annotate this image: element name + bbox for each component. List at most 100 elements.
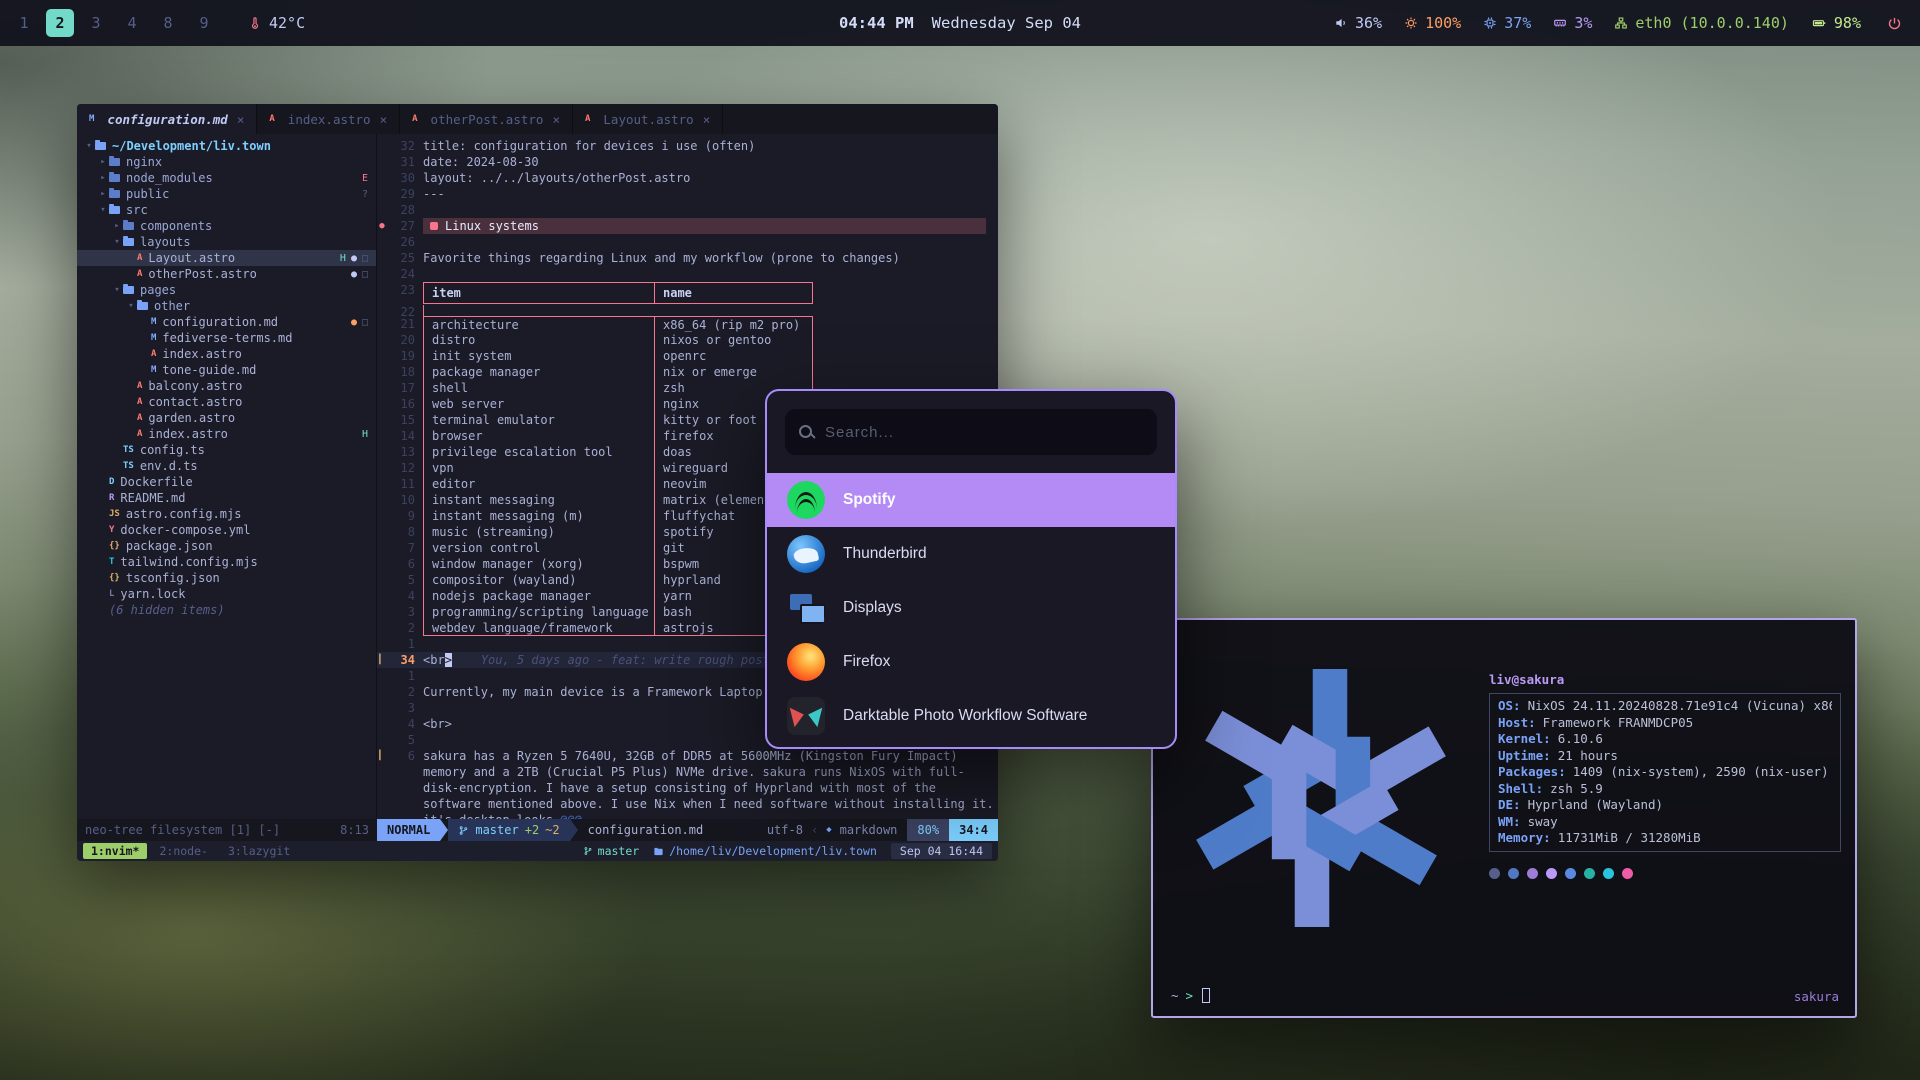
- buffer-line: ●27Linux systems: [377, 218, 998, 234]
- launcher-results: SpotifyThunderbirdDisplaysFirefoxDarktab…: [767, 473, 1175, 743]
- tree-item-label: contact.astro: [148, 395, 242, 409]
- line-number: 34: [387, 652, 415, 668]
- badge: H: [362, 429, 368, 440]
- json-icon: {}: [109, 573, 120, 583]
- md-table-cell: openrc: [654, 348, 814, 364]
- module-volume[interactable]: 36%: [1334, 14, 1382, 32]
- close-tab-icon[interactable]: ×: [380, 112, 388, 127]
- power-button[interactable]: [1883, 12, 1906, 35]
- tmux-window-2:node-[interactable]: 2:node-: [151, 843, 215, 859]
- vim-mode-indicator: NORMAL: [377, 819, 440, 841]
- tree-item-balcony.astro[interactable]: Abalcony.astro: [77, 378, 376, 394]
- tree-item-label: tailwind.config.mjs: [120, 555, 257, 569]
- tree-item-other[interactable]: ▾other: [77, 298, 376, 314]
- tree-item-contact.astro[interactable]: Acontact.astro: [77, 394, 376, 410]
- workspace-button-1[interactable]: 1: [10, 9, 38, 37]
- tree-item-yarn.lock[interactable]: Lyarn.lock: [77, 586, 376, 602]
- tab-otherPost.astro[interactable]: AotherPost.astro×: [400, 104, 573, 134]
- tree-item-label: otherPost.astro: [148, 267, 256, 281]
- workspace-button-2[interactable]: 2: [46, 9, 74, 37]
- fetch-label: Host:: [1498, 715, 1536, 732]
- tree-item-package.json[interactable]: {}package.json: [77, 538, 376, 554]
- fetch-value: Hyprland (Wayland): [1528, 797, 1663, 814]
- md-table-cell: version control: [424, 540, 654, 556]
- tree-item-label: README.md: [120, 491, 185, 505]
- module-network[interactable]: eth0 (10.0.0.140): [1614, 14, 1789, 32]
- md-table-row: programming/scripting languagebash: [423, 604, 813, 620]
- launcher-item-thunderbird[interactable]: Thunderbird: [767, 527, 1175, 581]
- tmux-window-1:nvim*[interactable]: 1:nvim*: [83, 843, 147, 859]
- fetch-value: Framework FRANMDCP05: [1543, 715, 1694, 732]
- tree-item-config.ts[interactable]: TSconfig.ts: [77, 442, 376, 458]
- close-tab-icon[interactable]: ×: [552, 112, 560, 127]
- tree-item-configuration.md[interactable]: Mconfiguration.md●□: [77, 314, 376, 330]
- tree-item-src[interactable]: ▾src: [77, 202, 376, 218]
- workspace-button-3[interactable]: 3: [82, 9, 110, 37]
- tree-item-tailwind.config.mjs[interactable]: Ttailwind.config.mjs: [77, 554, 376, 570]
- tree-item--6-hidden-items-[interactable]: (6 hidden items): [77, 602, 376, 618]
- line-number: 13: [387, 444, 415, 460]
- module-cpu[interactable]: 37%: [1483, 14, 1531, 32]
- buffer-line: 21architecturex86_64 (rip m2 pro): [377, 316, 998, 332]
- tree-item-garden.astro[interactable]: Agarden.astro: [77, 410, 376, 426]
- module-battery[interactable]: 98%: [1811, 14, 1861, 32]
- workspace-button-4[interactable]: 4: [118, 9, 146, 37]
- tree-item-public[interactable]: ▸public?: [77, 186, 376, 202]
- tmux-window-3:lazygit[interactable]: 3:lazygit: [220, 843, 298, 859]
- tree-item-pages[interactable]: ▾pages: [77, 282, 376, 298]
- sign-column: [377, 316, 387, 332]
- workspace-button-8[interactable]: 8: [154, 9, 182, 37]
- shell-prompt[interactable]: ~ >: [1171, 988, 1210, 1003]
- tree-item-index.astro[interactable]: Aindex.astroH: [77, 426, 376, 442]
- search-input[interactable]: [825, 424, 1143, 441]
- module-brightness-value: 100%: [1425, 14, 1461, 32]
- tab-index.astro[interactable]: Aindex.astro×: [257, 104, 400, 134]
- module-brightness[interactable]: 100%: [1404, 14, 1461, 32]
- line-text: init systemopenrc: [415, 348, 998, 364]
- top-bar-left: 123489 42°C: [10, 9, 305, 37]
- tree-item-label: tsconfig.json: [126, 571, 220, 585]
- tree-item--Development-liv.town[interactable]: ▾~/Development/liv.town: [77, 138, 376, 154]
- md-table-cell: x86_64 (rip m2 pro): [654, 317, 814, 332]
- tab-configuration.md[interactable]: Mconfiguration.md×: [77, 104, 257, 134]
- tree-item-docker-compose.yml[interactable]: Ydocker-compose.yml: [77, 522, 376, 538]
- tab-Layout.astro[interactable]: ALayout.astro×: [573, 104, 723, 134]
- line-number: 3: [387, 700, 415, 716]
- tree-item-otherPost.astro[interactable]: AotherPost.astro●□: [77, 266, 376, 282]
- tree-item-layouts[interactable]: ▾layouts: [77, 234, 376, 250]
- segment-separator: ‹: [811, 823, 818, 837]
- tree-item-Dockerfile[interactable]: DDockerfile: [77, 474, 376, 490]
- folder-open-icon: [109, 206, 120, 214]
- launcher-item-spotify[interactable]: Spotify: [767, 473, 1175, 527]
- tree-item-tsconfig.json[interactable]: {} tsconfig.json: [77, 570, 376, 586]
- git-change-sign: ▎: [377, 652, 387, 668]
- launcher-item-darktable[interactable]: Darktable Photo Workflow Software: [767, 689, 1175, 743]
- tailwind-icon: T: [109, 557, 114, 567]
- tree-item-index.astro[interactable]: Aindex.astro: [77, 346, 376, 362]
- workspace-button-9[interactable]: 9: [190, 9, 218, 37]
- tree-item-tone-guide.md[interactable]: Mtone-guide.md: [77, 362, 376, 378]
- module-memory[interactable]: 3%: [1553, 14, 1592, 32]
- tree-item-components[interactable]: ▸components: [77, 218, 376, 234]
- launcher-item-firefox[interactable]: Firefox: [767, 635, 1175, 689]
- buffer-line: 20distronixos or gentoo: [377, 332, 998, 348]
- line-number: 15: [387, 412, 415, 428]
- sign-column: [377, 732, 387, 748]
- close-tab-icon[interactable]: ×: [237, 112, 245, 127]
- line-text: package managernix or emerge: [415, 364, 998, 380]
- tree-item-env.d.ts[interactable]: TSenv.d.ts: [77, 458, 376, 474]
- tree-item-nginx[interactable]: ▸nginx: [77, 154, 376, 170]
- close-tab-icon[interactable]: ×: [703, 112, 711, 127]
- tree-item-fediverse-terms.md[interactable]: Mfediverse-terms.md: [77, 330, 376, 346]
- launcher-search[interactable]: [785, 409, 1157, 455]
- tree-item-README.md[interactable]: RREADME.md: [77, 490, 376, 506]
- sign-column: [377, 234, 387, 250]
- tree-item-Layout.astro[interactable]: ALayout.astroH●□: [77, 250, 376, 266]
- sign-column: [377, 396, 387, 412]
- md-table-row: shellzsh: [423, 380, 813, 396]
- md-table-row: compositor (wayland)hyprland: [423, 572, 813, 588]
- tree-item-astro.config.mjs[interactable]: JSastro.config.mjs: [77, 506, 376, 522]
- fetch-terminal[interactable]: liv@sakura OS:NixOS 24.11.20240828.71e91…: [1151, 618, 1857, 1018]
- launcher-item-displays[interactable]: Displays: [767, 581, 1175, 635]
- tree-item-node-modules[interactable]: ▸node_modulesE: [77, 170, 376, 186]
